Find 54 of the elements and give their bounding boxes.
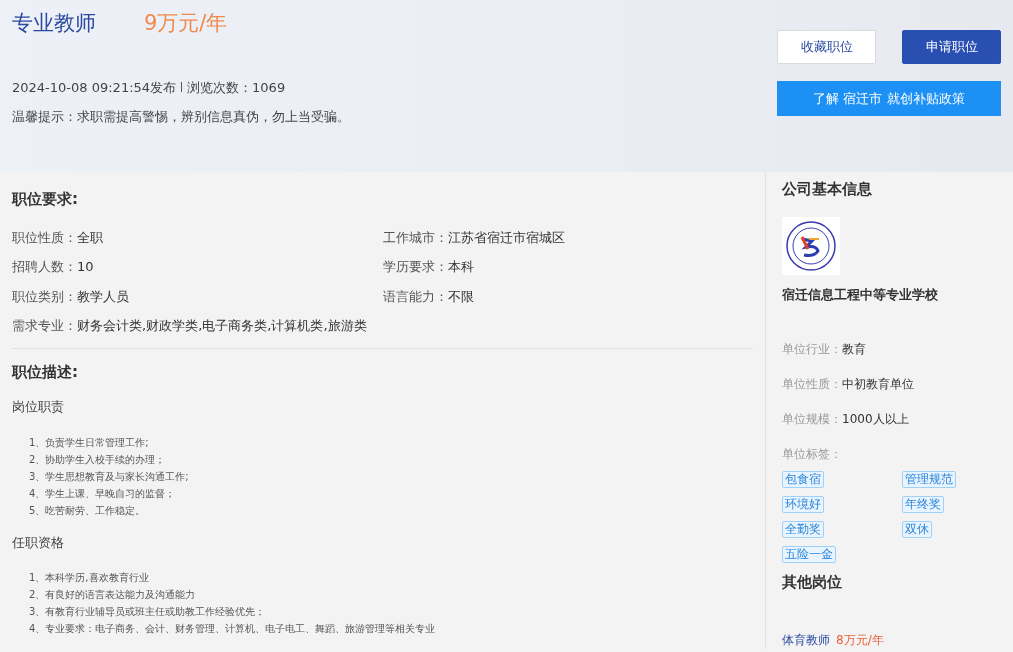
list-item: 2、协助学生入校手续的办理； bbox=[29, 452, 167, 467]
list-item: 2、有良好的语言表达能力及沟通能力 bbox=[29, 588, 197, 602]
view-count: 浏览次数：1069 bbox=[187, 78, 286, 97]
field-label: 单位性质： bbox=[782, 376, 842, 393]
field-label: 职位性质： bbox=[12, 228, 77, 247]
list-item: 3、有教育行业辅导员或班主任或助教工作经验优先； bbox=[29, 605, 267, 619]
section-heading: 其他岗位 bbox=[782, 572, 843, 593]
field-label: 学历要求： bbox=[382, 258, 448, 276]
list-item: 4、学生上课、早晚自习的监督； bbox=[29, 486, 177, 501]
job-title: 专业教师 bbox=[12, 10, 96, 37]
list-item: 4、专业要求：电子商务、会计、财务管理、计算机、电子电工、舞蹈、旅游管理等相关专业 bbox=[29, 622, 437, 636]
field-label: 单位行业： bbox=[782, 341, 842, 358]
field-value: 全职 bbox=[77, 228, 103, 247]
list-item: 3、学生思想教育及与家长沟通工作; bbox=[29, 469, 190, 484]
list-item: 1、负责学生日常管理工作; bbox=[29, 435, 150, 450]
subsection-title: 任职资格 bbox=[12, 533, 65, 552]
field-value: 教育 bbox=[842, 341, 866, 358]
field-label: 单位规模： bbox=[782, 411, 842, 428]
field-value: 中初教育单位 bbox=[842, 376, 914, 393]
field-label: 职位类别： bbox=[12, 287, 77, 306]
section-heading: 公司基本信息 bbox=[782, 179, 873, 200]
tag: 环境好 bbox=[782, 496, 824, 513]
field-value: 1000人以上 bbox=[842, 411, 909, 428]
apply-button[interactable]: 申请职位 bbox=[902, 30, 1001, 64]
safety-notice: 温馨提示：求职需提高警惕，辨别信息真伪，勿上当受骗。 bbox=[12, 108, 351, 126]
salary: 8万元/年 bbox=[836, 631, 884, 649]
field-value: 10 bbox=[77, 258, 94, 276]
list-item: 5、吃苦耐劳、工作稳定。 bbox=[29, 503, 147, 518]
section-heading: 职位要求: bbox=[12, 189, 79, 210]
tag: 双休 bbox=[902, 521, 932, 538]
field-value: 教学人员 bbox=[77, 287, 129, 306]
tag: 年终奖 bbox=[902, 496, 944, 513]
list-item: 1、本科学历,喜欢教育行业 bbox=[29, 571, 150, 585]
field-label: 单位标签： bbox=[782, 446, 843, 463]
field-value: 本科 bbox=[447, 258, 474, 276]
save-button[interactable]: 收藏职位 bbox=[777, 30, 876, 64]
tag: 管理规范 bbox=[902, 471, 956, 488]
tag: 五险一金 bbox=[782, 546, 836, 563]
job-link[interactable]: 体育教师 bbox=[782, 630, 830, 649]
field-label: 语言能力： bbox=[382, 287, 448, 306]
field-value: 江苏省宿迁市宿城区 bbox=[447, 228, 565, 247]
field-label: 招聘人数： bbox=[12, 258, 77, 276]
school-logo bbox=[782, 216, 840, 275]
field-value: 不限 bbox=[447, 287, 474, 306]
field-value: 财务会计类,财政学类,电子商务类,计算机类,旅游类 bbox=[77, 317, 367, 335]
tag: 全勤奖 bbox=[782, 521, 824, 538]
field-label: 需求专业： bbox=[12, 317, 77, 335]
company-name: 宿迁信息工程中等专业学校 bbox=[782, 285, 939, 304]
tag: 包食宿 bbox=[782, 471, 824, 488]
subsection-title: 岗位职责 bbox=[12, 398, 65, 416]
post-date: 2024-10-08 09:21:54发布 bbox=[12, 78, 177, 97]
section-heading: 职位描述: bbox=[12, 361, 79, 383]
salary: 9万元/年 bbox=[144, 10, 228, 37]
field-label: 工作城市： bbox=[382, 228, 448, 247]
